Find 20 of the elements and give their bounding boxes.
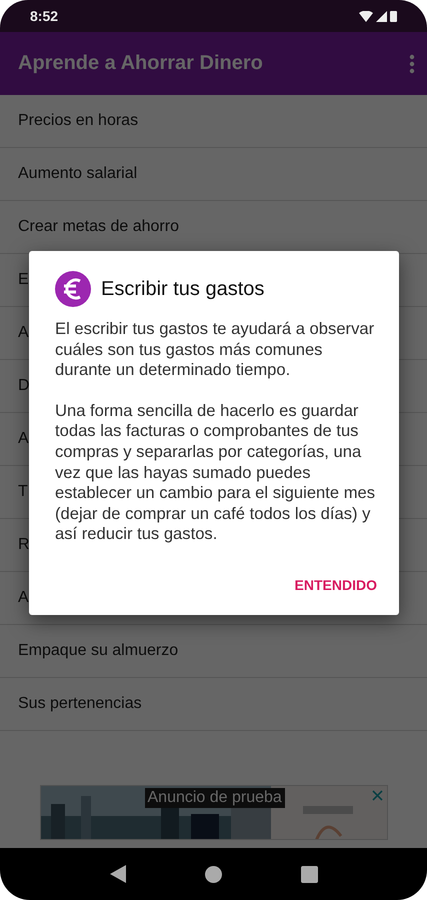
battery-icon <box>390 10 397 22</box>
ad-banner[interactable]: Anuncio de prueba <box>40 785 388 840</box>
recents-icon[interactable] <box>300 866 318 882</box>
list-item[interactable]: Sus pertenencias <box>0 678 427 731</box>
list-item[interactable]: Precios en horas <box>0 95 427 148</box>
euro-icon <box>55 271 91 307</box>
list-item[interactable]: Aumento salarial <box>0 148 427 201</box>
dialog-title: Escribir tus gastos <box>101 278 264 300</box>
list-item[interactable]: Empaque su almuerzo <box>0 625 427 678</box>
wifi-icon <box>359 10 373 22</box>
app-title: Aprende a Ahorrar Dinero <box>18 52 263 75</box>
dialog-text: Una forma sencilla de hacerlo es guardar todas las facturas o comprobantes de tus compras y separarlas por categorías, una vez que las hayas sumado puedes establecer un cambio para el siguiente mes (dejar de comprar un café todos los días) y así reducir tus gastos. <box>55 400 376 545</box>
confirm-button[interactable]: ENTENDIDO <box>292 568 379 601</box>
back-icon[interactable] <box>110 865 126 883</box>
home-icon[interactable] <box>204 866 222 882</box>
signal-icon <box>376 10 387 22</box>
status-time: 8:52 <box>30 8 58 24</box>
dialog-text: El escribir tus gastos te ayudará a observar cuáles son tus gastos más comunes durante un determinado tiempo. <box>55 319 376 381</box>
more-menu-icon[interactable] <box>409 54 415 74</box>
ad-label: Anuncio de prueba <box>144 788 285 808</box>
